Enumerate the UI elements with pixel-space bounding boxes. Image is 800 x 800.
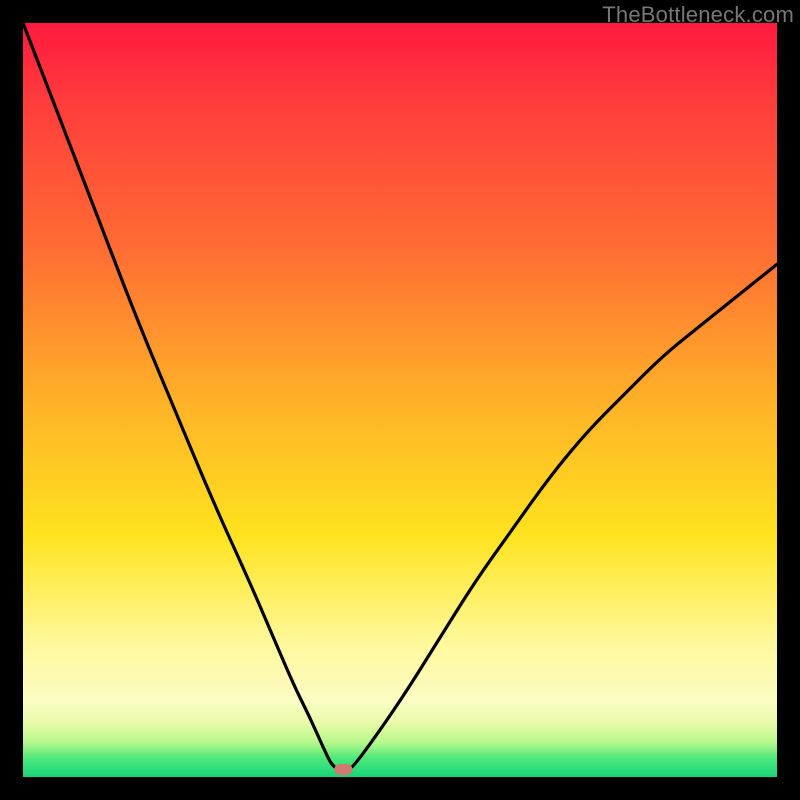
optimal-point-marker [334, 764, 352, 775]
bottleneck-curve [23, 23, 777, 770]
bottleneck-chart: TheBottleneck.com [0, 0, 800, 800]
curve-layer [23, 23, 777, 777]
plot-area [23, 23, 777, 777]
